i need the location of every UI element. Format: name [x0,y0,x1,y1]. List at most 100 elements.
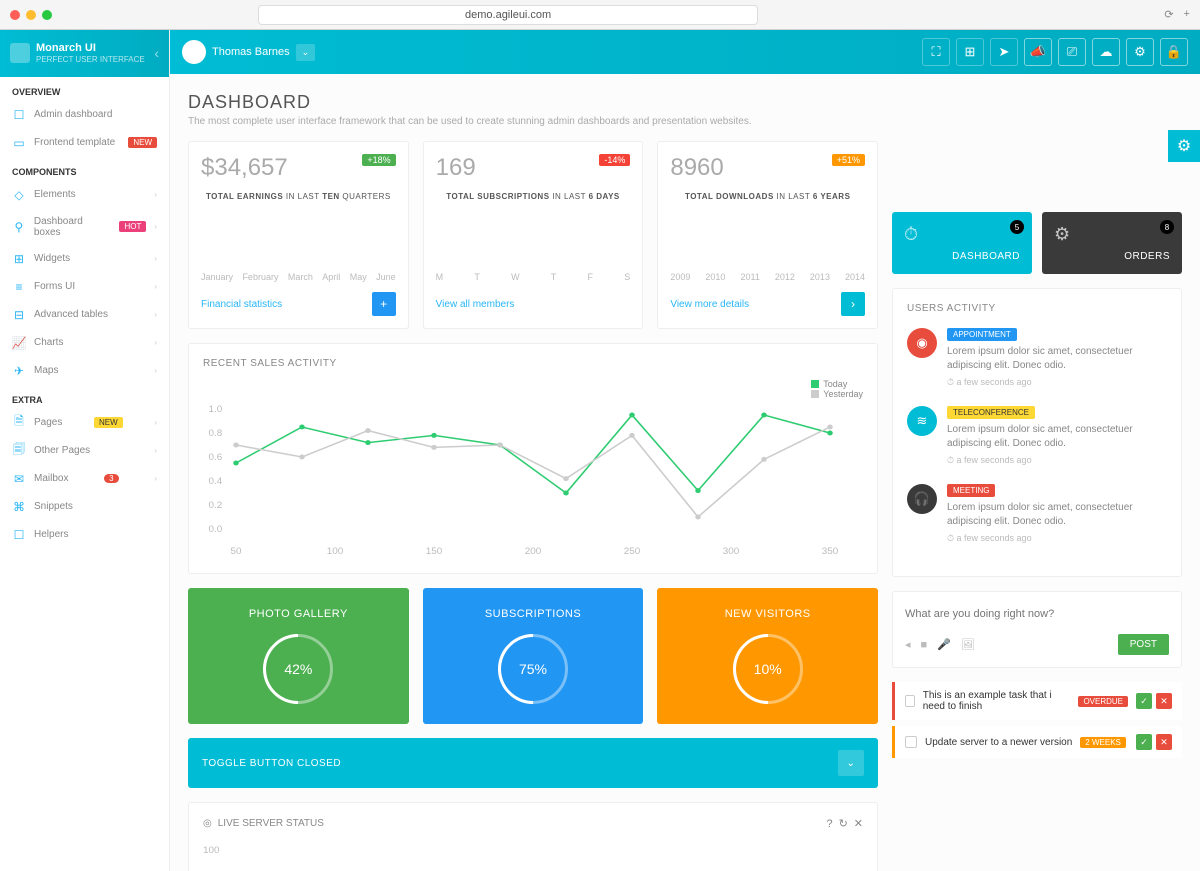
chevron-right-icon: › [154,222,157,231]
server-chart: 2060100 [203,840,863,871]
sidebar-item-mailbox[interactable]: ✉Mailbox3› [0,465,169,493]
task-text: Update server to a newer version [925,737,1072,748]
tab-label: ORDERS [1054,251,1170,262]
tab-badge: 8 [1160,220,1174,234]
chevron-right-icon: › [154,190,157,199]
sales-chart: Today Yesterday 0.00.20.40.60.81.0501001… [203,379,863,559]
brand: Monarch UI PERFECT USER INTERFACE ‹ [0,30,169,77]
nav-section-overview: OVERVIEW [0,77,169,101]
attach-icon[interactable]: ◂ [905,638,911,651]
stat-badge: -14% [599,154,630,166]
activity-text: Lorem ipsum dolor sic amet, consectetuer… [947,501,1167,529]
chevron-down-icon[interactable]: ⌄ [838,750,864,776]
page-subtitle: The most complete user interface framewo… [188,116,878,127]
add-icon[interactable]: + [1184,8,1190,21]
close-icon[interactable]: ✕ [854,817,863,830]
sidebar-item-admin-dashboard[interactable]: ☐Admin dashboard [0,101,169,129]
sidebar-item-pages[interactable]: 🗎PagesNEW› [0,409,169,437]
stat-action-button[interactable]: › [841,292,865,316]
sidebar-item-other-pages[interactable]: 🗐Other Pages› [0,437,169,465]
activity-item: ≋ TELECONFERENCE Lorem ipsum dolor sic a… [907,406,1167,466]
tile-circle: 75% [498,634,568,704]
grid-icon[interactable]: ⊞ [956,38,984,66]
megaphone-icon[interactable]: 📣 [1024,38,1052,66]
sidebar-item-charts[interactable]: 📈Charts› [0,329,169,357]
stat-link[interactable]: Financial statistics [201,299,282,310]
stat-link[interactable]: View more details [670,299,749,310]
activity-time: ⏱ a few seconds ago [947,455,1167,466]
gear-icon[interactable]: ⚙ [1126,38,1154,66]
svg-text:0.8: 0.8 [209,428,223,438]
sales-title: RECENT SALES ACTIVITY [203,358,863,369]
help-icon[interactable]: ? [826,818,832,830]
task-checkbox[interactable] [905,736,917,748]
target-icon: ◎ [203,818,212,829]
sidebar-item-frontend[interactable]: ▭Frontend templateNEW [0,129,169,157]
stat-card: 8960 +51% TOTAL DOWNLOADS IN LAST 6 YEAR… [657,141,878,329]
task-checkbox[interactable] [905,695,915,707]
tab-card[interactable]: ⏱5DASHBOARD [892,212,1032,274]
task-delete-button[interactable]: ✕ [1156,734,1172,750]
tile[interactable]: SUBSCRIPTIONS75% [423,588,644,724]
snippets-icon: ⌘ [12,500,26,514]
tile-circle: 42% [263,634,333,704]
sidebar-item-widgets[interactable]: ⊞Widgets› [0,245,169,273]
svg-text:250: 250 [624,546,641,556]
video-icon[interactable]: ■ [921,639,928,651]
forms-icon: ≡ [12,280,26,294]
close-dot[interactable] [10,10,20,20]
sidebar-item-maps[interactable]: ✈Maps› [0,357,169,385]
url-bar[interactable]: demo.agileui.com [258,5,758,25]
sidebar-item-elements[interactable]: ◇Elements› [0,181,169,209]
mic-icon[interactable]: 🎤 [937,638,951,651]
tile[interactable]: PHOTO GALLERY42% [188,588,409,724]
tile[interactable]: NEW VISITORS10% [657,588,878,724]
minimize-dot[interactable] [26,10,36,20]
stat-action-button[interactable]: + [372,292,396,316]
server-title: LIVE SERVER STATUS [218,818,324,829]
chevron-down-icon[interactable]: ⌄ [296,44,316,61]
maps-icon: ✈ [12,364,26,378]
avatar [182,40,206,64]
sidebar-item-snippets[interactable]: ⌘Snippets [0,493,169,521]
sidebar-item-helpers[interactable]: ☐Helpers [0,521,169,549]
activity-icon: ≋ [907,406,937,436]
stat-card: $34,657 +18% TOTAL EARNINGS IN LAST TEN … [188,141,409,329]
main-area: Thomas Barnes ⌄ ⛶ ⊞ ➤ 📣 ⎚ ☁ ⚙ 🔒 DASHBOAR… [170,30,1200,871]
reload-icon[interactable]: ⟳ [1164,8,1173,21]
cloud-icon[interactable]: ☁ [1092,38,1120,66]
stat-card: 169 -14% TOTAL SUBSCRIPTIONS IN LAST 6 D… [423,141,644,329]
sidebar-item-forms[interactable]: ≡Forms UI› [0,273,169,301]
helpers-icon: ☐ [12,528,26,542]
activity-text: Lorem ipsum dolor sic amet, consectetuer… [947,345,1167,373]
user-chip[interactable]: Thomas Barnes ⌄ [182,40,315,64]
settings-float-button[interactable]: ⚙ [1168,130,1200,162]
tab-card[interactable]: ⚙8ORDERS [1042,212,1182,274]
sidebar-collapse-button[interactable]: ‹ [154,45,159,61]
compose-input[interactable] [905,604,1169,624]
image-icon[interactable]: 🖼 [961,638,975,651]
sliders-icon[interactable]: ⎚ [1058,38,1086,66]
post-button[interactable]: POST [1118,634,1169,655]
sidebar-item-tables[interactable]: ⊟Advanced tables› [0,301,169,329]
expand-icon[interactable]: ⛶ [922,38,950,66]
activity-time: ⏱ a few seconds ago [947,377,1167,388]
task-row: Update server to a newer version 2 WEEKS… [892,726,1182,758]
sidebar-item-boxes[interactable]: ⚲Dashboard boxesHOT› [0,209,169,245]
activity-tag: MEETING [947,484,995,497]
chevron-right-icon: › [154,446,157,455]
toggle-bar[interactable]: TOGGLE BUTTON CLOSED ⌄ [188,738,878,788]
refresh-icon[interactable]: ↻ [839,817,848,830]
chevron-right-icon: › [154,282,157,291]
stat-link[interactable]: View all members [436,299,515,310]
tile-circle: 10% [733,634,803,704]
task-done-button[interactable]: ✓ [1136,734,1152,750]
stat-action-button[interactable]: › [606,292,630,316]
task-delete-button[interactable]: ✕ [1156,693,1172,709]
tab-badge: 5 [1010,220,1024,234]
lock-icon[interactable]: 🔒 [1160,38,1188,66]
task-done-button[interactable]: ✓ [1136,693,1152,709]
legend: Today Yesterday [811,379,863,399]
maximize-dot[interactable] [42,10,52,20]
send-icon[interactable]: ➤ [990,38,1018,66]
